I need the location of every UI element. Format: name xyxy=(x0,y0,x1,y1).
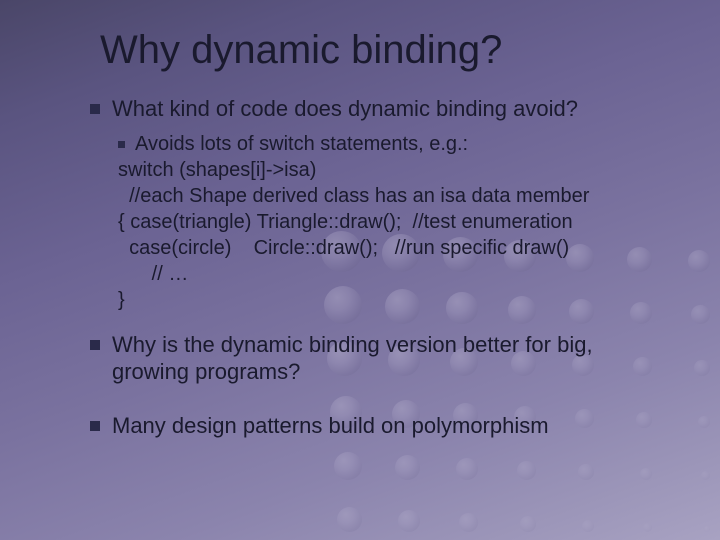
square-bullet-icon xyxy=(90,340,100,350)
slide: Why dynamic binding? What kind of code d… xyxy=(0,0,720,540)
bullet-3: Many design patterns build on polymorphi… xyxy=(90,412,672,440)
slide-title: Why dynamic binding? xyxy=(100,28,672,73)
code-line-6: } xyxy=(118,287,672,313)
bullet-1: What kind of code does dynamic binding a… xyxy=(90,95,672,123)
dot-bullet-icon xyxy=(118,141,125,148)
bullet-3-text: Many design patterns build on polymorphi… xyxy=(112,412,549,440)
code-line-5: // … xyxy=(135,261,672,287)
square-bullet-icon xyxy=(90,421,100,431)
square-bullet-icon xyxy=(90,104,100,114)
bullet-1-text: What kind of code does dynamic binding a… xyxy=(112,95,578,123)
code-line-4: case(circle) Circle::draw(); //run speci… xyxy=(118,235,672,261)
bullet-2-text: Why is the dynamic binding version bette… xyxy=(112,331,672,386)
bullet-1-sub: Avoids lots of switch statements, e.g.: … xyxy=(118,131,672,313)
sub-bullet-text: Avoids lots of switch statements, e.g.: xyxy=(135,131,468,157)
code-line-2: //each Shape derived class has an isa da… xyxy=(118,183,672,209)
bullet-2: Why is the dynamic binding version bette… xyxy=(90,331,672,386)
code-line-1: switch (shapes[i]->isa) xyxy=(118,157,672,183)
code-line-3: { case(triangle) Triangle::draw(); //tes… xyxy=(118,209,672,235)
sub-bullet: Avoids lots of switch statements, e.g.: xyxy=(118,131,672,157)
